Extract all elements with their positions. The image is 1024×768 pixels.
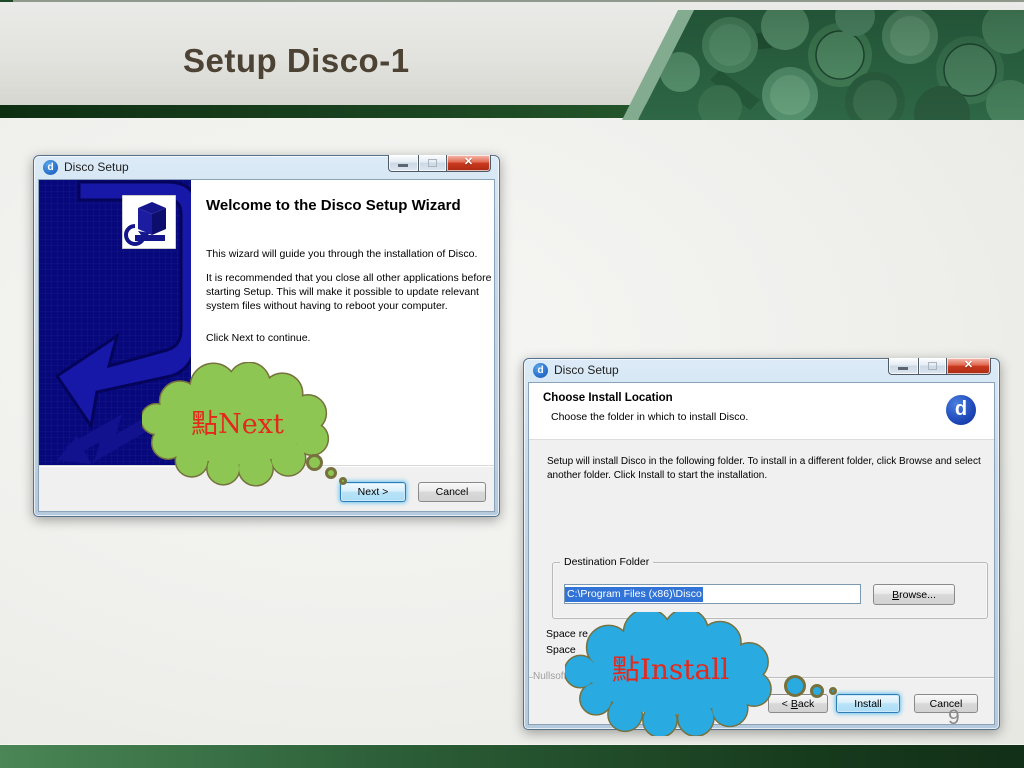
- minimize-icon: [398, 164, 408, 167]
- next-callout-trail-dot: [306, 454, 323, 471]
- maximize-button[interactable]: [918, 358, 946, 375]
- close-button[interactable]: ✕: [946, 358, 991, 375]
- installer-package-icon: [122, 195, 176, 249]
- close-button[interactable]: ✕: [446, 155, 491, 172]
- disco-app-icon: d: [43, 160, 58, 175]
- maximize-icon: [928, 362, 937, 370]
- close-icon: ✕: [463, 156, 474, 168]
- page-title: Setup Disco-1: [183, 42, 410, 79]
- close-icon: ✕: [963, 359, 974, 371]
- cancel-button[interactable]: Cancel: [418, 482, 486, 502]
- cancel-button[interactable]: Cancel: [914, 694, 978, 713]
- dialog1-title: Disco Setup: [64, 160, 129, 174]
- maximize-button[interactable]: [418, 155, 446, 172]
- dialog2-titlebar[interactable]: d Disco Setup ✕: [524, 358, 999, 382]
- install-button[interactable]: Install: [836, 694, 900, 713]
- wizard-para-2: It is recommended that you close all oth…: [206, 272, 492, 312]
- location-subheading: Choose the folder in which to install Di…: [551, 411, 749, 423]
- dialog2-title: Disco Setup: [554, 363, 619, 377]
- minimize-button[interactable]: [888, 358, 918, 375]
- minimize-button[interactable]: [388, 155, 418, 172]
- install-callout-trail-dot: [810, 684, 824, 698]
- browse-button[interactable]: Browse...: [873, 584, 955, 605]
- footer-green-bar: [0, 744, 1024, 768]
- install-callout-text: 點Install: [611, 653, 730, 686]
- destination-folder-input[interactable]: C:\Program Files (x86)\Disco: [564, 584, 861, 604]
- wizard-para-3: Click Next to continue.: [206, 332, 311, 344]
- dialog1-titlebar[interactable]: d Disco Setup ✕: [34, 155, 499, 179]
- wizard-heading: Welcome to the Disco Setup Wizard: [206, 197, 461, 214]
- location-heading: Choose Install Location: [543, 392, 673, 404]
- next-button[interactable]: Next >: [340, 482, 406, 502]
- maximize-icon: [428, 159, 437, 167]
- disco-app-icon: d: [533, 363, 548, 378]
- install-callout-trail-dot: [784, 675, 806, 697]
- minimize-icon: [898, 367, 908, 370]
- install-callout-trail-dot: [829, 687, 837, 695]
- next-callout-trail-dot: [339, 477, 347, 485]
- wizard-para-1: This wizard will guide you through the i…: [206, 248, 478, 260]
- destination-folder-label: Destination Folder: [560, 556, 654, 568]
- next-callout-trail-dot: [325, 467, 337, 479]
- coins-photo: [622, 10, 1024, 120]
- location-body-text: Setup will install Disco in the followin…: [547, 456, 981, 481]
- disco-logo-icon: d: [946, 395, 976, 425]
- selected-path-text: C:\Program Files (x86)\Disco: [565, 587, 703, 602]
- next-callout-text: 點Next: [191, 409, 284, 440]
- slide-page-number: 9: [948, 706, 960, 729]
- dialog2-header-strip: Choose Install Location Choose the folde…: [529, 383, 994, 440]
